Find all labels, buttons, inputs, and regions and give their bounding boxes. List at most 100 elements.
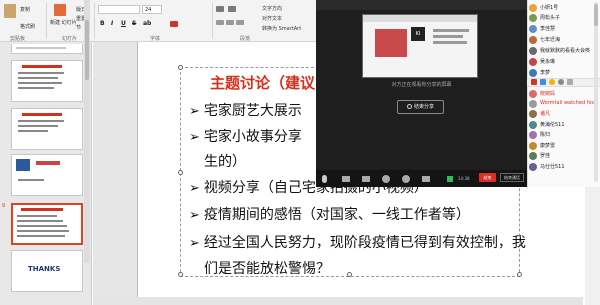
align-right-icon[interactable] xyxy=(236,20,244,25)
avatar xyxy=(529,90,537,98)
stop-icon xyxy=(406,104,412,109)
smartart-button[interactable]: 转换为 SmartArt xyxy=(262,25,301,32)
text-direction-button[interactable]: 文字方向 xyxy=(262,5,282,12)
bullet-arrow-icon: ➢ xyxy=(189,130,200,145)
avatar xyxy=(529,58,537,66)
participant-item[interactable]: 小妍1号 xyxy=(527,3,593,13)
underline-button[interactable]: U xyxy=(121,20,126,27)
participant-name: 诸凡 xyxy=(540,111,551,117)
ribbon-separator xyxy=(94,3,95,39)
participant-item[interactable]: 黄海伦511 xyxy=(527,120,593,130)
align-text-button[interactable]: 对齐文本 xyxy=(262,15,282,22)
participants-icon[interactable] xyxy=(402,175,410,183)
more-icon[interactable] xyxy=(567,79,573,85)
section-button[interactable]: 节 xyxy=(76,24,81,31)
avatar xyxy=(529,47,537,55)
participant-item[interactable]: 李佳慧 xyxy=(527,24,593,34)
font-name-field[interactable] xyxy=(98,5,140,14)
thanks-text: THANKS xyxy=(28,265,61,273)
slide-thumbnail[interactable] xyxy=(11,108,83,150)
participant-item[interactable]: 我就默默的看看大会咳 xyxy=(527,46,593,56)
participant-scrollbar-thumb[interactable] xyxy=(594,4,598,26)
participant-item[interactable]: Wormtail watched his xyxy=(527,99,594,109)
resize-handle[interactable] xyxy=(517,272,522,277)
participant-name: 七年迁海 xyxy=(540,37,561,43)
participant-name: 康梦雷 xyxy=(540,143,556,149)
participant-name: 李梦 xyxy=(540,70,551,76)
stop-share-button[interactable]: 结束分享 xyxy=(397,100,444,114)
emoji-icon[interactable] xyxy=(549,79,555,85)
participant-name: 陈归 xyxy=(540,132,551,138)
record-icon[interactable] xyxy=(382,175,390,183)
bullet-arrow-icon: ➢ xyxy=(189,181,200,196)
participant-item[interactable]: 吴永琳 xyxy=(527,57,593,67)
settings-icon[interactable] xyxy=(558,79,564,85)
resize-handle[interactable] xyxy=(178,65,183,70)
font-group-label: 字体 xyxy=(150,36,161,42)
participant-item[interactable]: 康梦雷 xyxy=(527,141,593,151)
participant-item[interactable]: 李梦 xyxy=(527,68,593,78)
participant-item[interactable]: 诸凡 xyxy=(527,109,593,119)
avatar xyxy=(529,152,537,160)
new-slide-button[interactable]: 新建 幻灯片 xyxy=(50,19,77,26)
new-slide-icon[interactable] xyxy=(54,4,66,16)
participant-item[interactable]: 七年迁海 xyxy=(527,35,593,45)
bullet-continuation: 们是否能放松警惕？ xyxy=(204,261,330,277)
bullets-icon[interactable] xyxy=(216,6,224,12)
chat-icon[interactable] xyxy=(422,176,430,182)
participant-name: 晓婉妈 xyxy=(540,91,556,97)
share-screen-icon[interactable] xyxy=(362,176,370,182)
resize-handle[interactable] xyxy=(347,272,352,277)
avatar xyxy=(529,110,537,118)
participant-scrollbar[interactable] xyxy=(594,2,598,182)
horizontal-scrollbar[interactable] xyxy=(93,297,583,305)
bold-button[interactable]: B xyxy=(100,20,105,27)
participant-name: 李佳慧 xyxy=(540,26,556,32)
slide-thumbnail-selected[interactable] xyxy=(11,203,83,245)
align-left-icon[interactable] xyxy=(216,20,224,25)
participant-item[interactable]: 罗佳 xyxy=(527,151,593,161)
mute-all-icon[interactable] xyxy=(531,79,537,85)
participant-item[interactable]: 陈归 xyxy=(527,130,593,140)
avatar xyxy=(529,36,537,44)
align-center-icon[interactable] xyxy=(226,20,234,25)
thumbnail-scrollbar-thumb[interactable] xyxy=(85,20,89,80)
end-button[interactable]: 结束 xyxy=(479,173,496,182)
font-size-field[interactable]: 24 xyxy=(142,5,162,14)
shadow-button[interactable]: ab xyxy=(143,20,151,27)
camera-icon[interactable] xyxy=(342,176,350,182)
slide-thumbnail[interactable] xyxy=(11,44,83,54)
avatar xyxy=(529,14,537,22)
strikethrough-button[interactable]: S xyxy=(132,20,136,27)
bullet-arrow-icon: ➢ xyxy=(189,104,200,119)
slide-thumbnail[interactable] xyxy=(11,60,83,102)
avatar xyxy=(529,25,537,33)
resize-handle[interactable] xyxy=(178,272,183,277)
copy-button[interactable]: 复制 xyxy=(20,6,30,13)
right-panel-scroll[interactable] xyxy=(585,187,600,305)
bullet-arrow-icon: ➢ xyxy=(189,236,200,251)
font-color-icon[interactable] xyxy=(170,21,178,27)
slide-thumbnail[interactable]: THANKS xyxy=(11,250,83,292)
bullet-arrow-icon: ➢ xyxy=(189,208,200,223)
participant-name: 周松头子 xyxy=(540,15,561,21)
end-meeting-button[interactable]: 结束通话 xyxy=(500,173,524,182)
avatar xyxy=(529,4,537,12)
format-painter-button[interactable]: 格式刷 xyxy=(20,23,35,30)
participant-item[interactable]: 周松头子 xyxy=(527,13,593,23)
mic-icon[interactable] xyxy=(322,175,327,183)
participant-item[interactable]: 马仕仕511 xyxy=(527,162,593,172)
paste-icon[interactable] xyxy=(4,4,16,18)
avatar xyxy=(529,131,537,139)
invite-icon[interactable] xyxy=(540,79,546,85)
participant-name: 小妍1号 xyxy=(540,5,559,11)
resize-handle[interactable] xyxy=(178,170,183,175)
participant-item[interactable]: 晓婉妈 xyxy=(527,89,593,99)
slide-thumbnail[interactable] xyxy=(11,154,83,196)
participant-name: 马仕仕511 xyxy=(540,164,565,170)
ribbon-separator xyxy=(212,3,213,39)
slide-title: 主题讨论（建议3 xyxy=(210,74,326,92)
numbering-icon[interactable] xyxy=(228,6,236,12)
slides-group-label: 幻灯片 xyxy=(62,36,78,42)
italic-button[interactable]: I xyxy=(111,20,113,27)
